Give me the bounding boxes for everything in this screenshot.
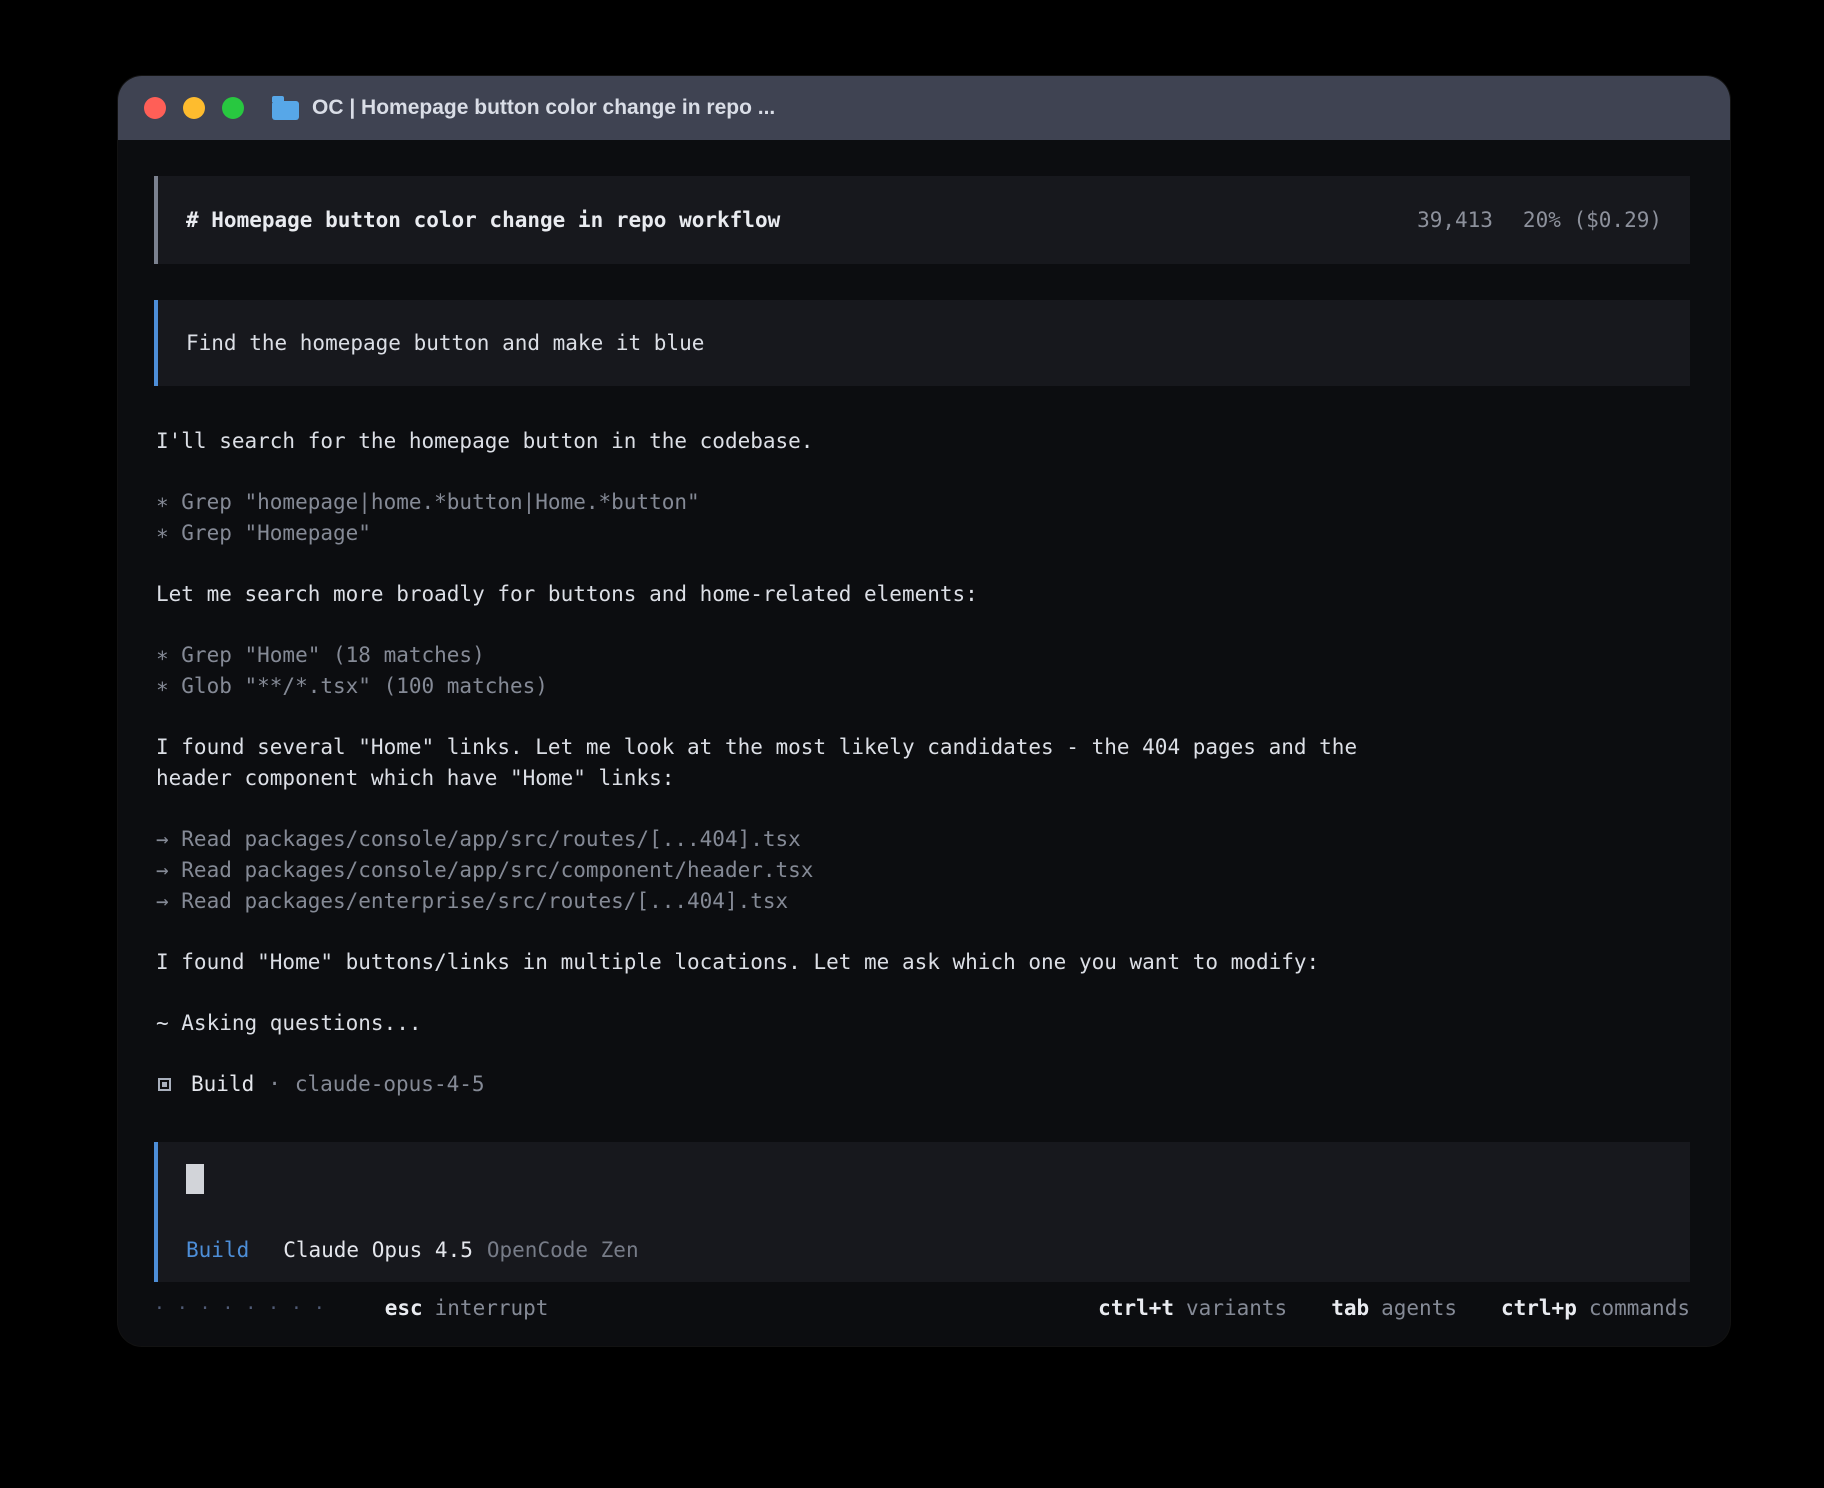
- tool-call-glob: ∗ Glob "**/*.tsx" (100 matches): [156, 671, 1690, 702]
- text-cursor: [186, 1164, 204, 1194]
- tool-call-grep: ∗ Grep "Homepage": [156, 518, 1690, 549]
- tool-call-read: → Read packages/console/app/src/componen…: [156, 855, 1690, 886]
- window-title-group: OC | Homepage button color change in rep…: [272, 96, 775, 120]
- status-bar: ········ esc interrupt ctrl+t variants t…: [154, 1296, 1690, 1320]
- shortcut-variants: ctrl+t variants: [1098, 1296, 1287, 1320]
- agent-part-icon: [158, 1078, 171, 1091]
- assistant-text-found: I found several "Home" links. Let me loo…: [156, 732, 1690, 763]
- shortcut-label: commands: [1589, 1296, 1690, 1320]
- session-header: # Homepage button color change in repo w…: [154, 176, 1690, 264]
- tool-call-read: → Read packages/console/app/src/routes/[…: [156, 824, 1690, 855]
- shortcut-agents: tab agents: [1331, 1296, 1457, 1320]
- assistant-text-ask: I found "Home" buttons/links in multiple…: [156, 947, 1690, 978]
- agent-mode-label: Build: [186, 1238, 249, 1262]
- tool-call-grep: ∗ Grep "homepage|home.*button|Home.*butt…: [156, 487, 1690, 518]
- context-usage: 20% ($0.29): [1523, 208, 1662, 232]
- status-bar-right: ctrl+t variants tab agents ctrl+p comman…: [1098, 1296, 1690, 1320]
- minimize-button[interactable]: [183, 97, 205, 119]
- shortcut-label: variants: [1186, 1296, 1287, 1320]
- traffic-lights: [144, 97, 244, 119]
- session-title: # Homepage button color change in repo w…: [186, 208, 780, 232]
- shortcut-commands: ctrl+p commands: [1501, 1296, 1690, 1320]
- tool-call-grep: ∗ Grep "Home" (18 matches): [156, 640, 1690, 671]
- status-bar-left: ········ esc interrupt: [154, 1296, 548, 1320]
- user-message-text: Find the homepage button and make it blu…: [186, 331, 704, 355]
- session-stats: 39,413 20% ($0.29): [1417, 208, 1662, 232]
- agent-name: Build: [191, 1069, 254, 1100]
- assistant-text-intro: I'll search for the homepage button in t…: [156, 426, 1690, 457]
- assistant-text-broaden: Let me search more broadly for buttons a…: [156, 579, 1690, 610]
- agent-attribution: Build · claude-opus-4-5: [154, 1069, 1690, 1100]
- asking-status: ~ Asking questions...: [156, 1008, 1690, 1039]
- tool-call-read: → Read packages/enterprise/src/routes/[.…: [156, 886, 1690, 917]
- window-title: OC | Homepage button color change in rep…: [312, 96, 775, 120]
- assistant-text-found: header component which have "Home" links…: [156, 763, 1690, 794]
- shortcut-key: tab: [1331, 1296, 1369, 1320]
- shortcut-key: ctrl+p: [1501, 1296, 1577, 1320]
- input-meta: Build Claude Opus 4.5 OpenCode Zen: [186, 1238, 639, 1262]
- token-count: 39,413: [1417, 208, 1493, 232]
- agent-separator: ·: [268, 1069, 281, 1100]
- spinner-dots: ········: [154, 1298, 337, 1319]
- esc-key-hint: esc: [385, 1296, 423, 1320]
- title-bar[interactable]: OC | Homepage button color change in rep…: [118, 76, 1730, 140]
- user-message: Find the homepage button and make it blu…: [154, 300, 1690, 386]
- model-name: Claude Opus 4.5: [283, 1238, 473, 1262]
- agent-model: claude-opus-4-5: [295, 1069, 485, 1100]
- folder-icon: [272, 101, 299, 120]
- terminal-window: OC | Homepage button color change in rep…: [118, 76, 1730, 1346]
- interrupt-label: interrupt: [435, 1296, 549, 1320]
- close-button[interactable]: [144, 97, 166, 119]
- provider-name: OpenCode Zen: [487, 1238, 639, 1262]
- terminal-content: # Homepage button color change in repo w…: [118, 140, 1730, 1346]
- prompt-input[interactable]: Build Claude Opus 4.5 OpenCode Zen: [154, 1142, 1690, 1282]
- shortcut-label: agents: [1381, 1296, 1457, 1320]
- zoom-button[interactable]: [222, 97, 244, 119]
- shortcut-key: ctrl+t: [1098, 1296, 1174, 1320]
